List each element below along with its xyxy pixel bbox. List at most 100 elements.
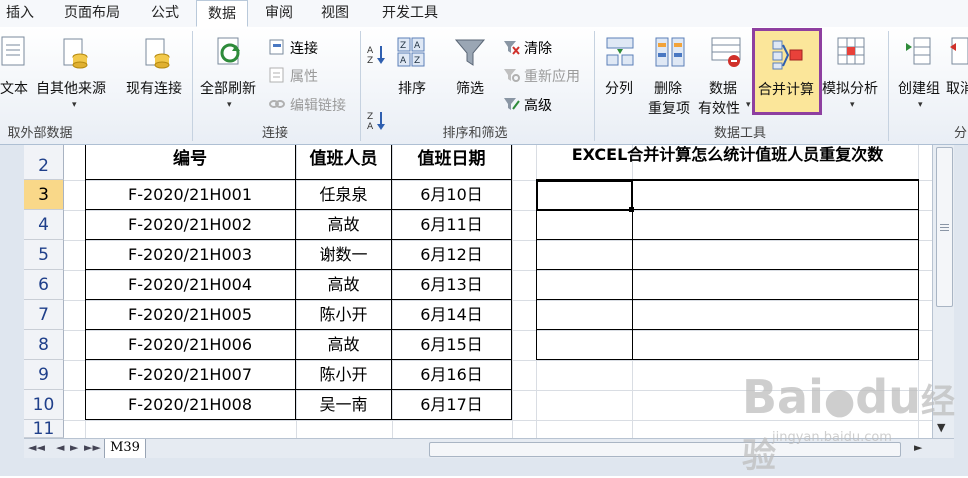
table-cell[interactable]: F-2020/21H006 [85,330,296,360]
table-cell[interactable]: 6月16日 [392,360,512,390]
advanced-label: 高级 [524,98,552,114]
first-sheet-icon[interactable]: ◄◄ [28,441,45,454]
table-header-cell[interactable]: 编号 [85,145,296,180]
tab-formulas[interactable]: 公式 [140,0,190,26]
result-cell-count[interactable] [632,240,919,270]
table-cell[interactable]: F-2020/21H008 [85,390,296,420]
tab-review[interactable]: 审阅 [254,0,304,26]
text-to-columns-icon [606,37,634,66]
group-separator [888,31,889,141]
sort-filter-group-label: 排序和筛选 [442,126,508,141]
table-cell[interactable]: 6月15日 [392,330,512,360]
connections-group-label: 连接 [261,126,288,141]
row-header[interactable]: 10 [24,390,64,420]
result-cell-name[interactable] [536,270,633,300]
consolidate-button[interactable]: 合并计算 [752,28,822,115]
table-cell[interactable]: F-2020/21H005 [85,300,296,330]
svg-text:Z: Z [400,41,406,51]
existing-connections-label: 现有连接 [126,81,182,97]
row-header[interactable]: 2 [24,145,64,180]
result-cell-name[interactable] [536,300,633,330]
tab-insert[interactable]: 插入 [0,0,40,26]
svg-text:A: A [400,56,407,66]
next-sheet-icon[interactable]: ► [70,441,78,454]
remove-duplicates-label-line2: 重复项 [648,101,690,117]
result-cell-name[interactable] [536,210,633,240]
refresh-icon [217,37,240,65]
result-cell-name[interactable] [536,240,633,270]
table-cell[interactable]: F-2020/21H007 [85,360,296,390]
watermark-logo: Bai●du经验 [742,370,968,478]
sheet-tab-m39[interactable]: M39 [104,439,146,459]
table-cell[interactable]: 陈小开 [296,360,392,390]
result-cell-name[interactable] [536,330,633,360]
watermark-paw-icon: ● [823,381,856,422]
tab-data[interactable]: 数据 [196,0,248,27]
result-cell-count[interactable] [632,300,919,330]
table-cell[interactable]: 6月12日 [392,240,512,270]
row-header[interactable]: 4 [24,210,64,240]
table-cell[interactable]: 任泉泉 [296,180,392,210]
connections-label: 连接 [290,41,318,57]
row-header[interactable]: 7 [24,300,64,330]
from-text-label: 文本 [0,81,28,97]
row-header[interactable]: 11 [24,420,64,438]
result-cell-count[interactable] [632,180,919,210]
table-header-cell[interactable]: 值班日期 [392,145,512,180]
table-cell[interactable]: 谢数一 [296,240,392,270]
group-separator [192,31,193,141]
result-cell-count[interactable] [632,330,919,360]
svg-text:Z: Z [367,112,373,122]
reapply-label: 重新应用 [524,69,580,85]
table-cell[interactable]: F-2020/21H004 [85,270,296,300]
row-header[interactable]: 3 [24,180,64,210]
result-cell-count[interactable] [632,270,919,300]
watermark-url: jingyan.baidu.com [772,430,892,445]
table-cell[interactable]: F-2020/21H002 [85,210,296,240]
data-validation-icon [711,37,741,67]
edit-links-label: 编辑链接 [290,98,346,114]
consolidate-label: 合并计算 [758,82,814,98]
table-cell[interactable]: 高故 [296,210,392,240]
connections-icon [269,39,284,55]
table-cell[interactable]: F-2020/21H003 [85,240,296,270]
svg-text:A: A [414,41,421,51]
row-header[interactable]: 8 [24,330,64,360]
table-cell[interactable]: 吴一南 [296,390,392,420]
prev-sheet-icon[interactable]: ◄ [56,441,64,454]
svg-text:A: A [367,122,374,131]
get-external-data-group-label: 取外部数据 [7,126,73,141]
chevron-down-icon: ▾ [72,100,77,110]
table-cell[interactable]: 陈小开 [296,300,392,330]
sort-dialog-icon: ZA AZ [397,37,425,67]
row-header[interactable]: 9 [24,360,64,390]
sort-label: 排序 [398,81,426,97]
last-sheet-icon[interactable]: ►► [84,441,101,454]
table-cell[interactable]: 6月11日 [392,210,512,240]
table-header-cell[interactable]: 值班人员 [296,145,392,180]
scroll-thumb[interactable] [936,147,953,307]
fill-handle[interactable] [629,207,634,212]
row-header[interactable]: 5 [24,240,64,270]
reapply-icon [504,69,520,82]
table-cell[interactable]: 6月13日 [392,270,512,300]
tab-developer[interactable]: 开发工具 [368,0,452,26]
ungroup-label: 取消 [946,81,968,97]
result-cell-count[interactable] [632,210,919,240]
clear-label: 清除 [524,41,552,57]
table-cell[interactable]: 高故 [296,330,392,360]
table-cell[interactable]: 6月17日 [392,390,512,420]
clear-filter-icon [504,41,520,55]
grid-line-vertical [512,145,513,438]
active-cell[interactable] [536,180,633,211]
row-header[interactable]: 6 [24,270,64,300]
group-icon [906,37,931,65]
tab-view[interactable]: 视图 [310,0,360,26]
remove-duplicates-icon [655,37,685,67]
table-cell[interactable]: 6月14日 [392,300,512,330]
table-cell[interactable]: 6月10日 [392,180,512,210]
table-cell[interactable]: F-2020/21H001 [85,180,296,210]
tab-page-layout[interactable]: 页面布局 [52,0,132,26]
properties-icon [269,67,284,83]
table-cell[interactable]: 高故 [296,270,392,300]
